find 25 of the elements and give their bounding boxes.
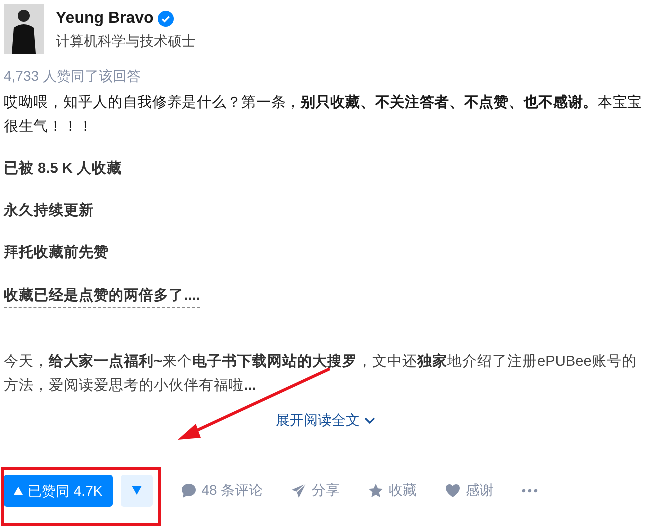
expand-link[interactable]: 展开阅读全文 (276, 410, 376, 431)
collect-button[interactable]: 收藏 (368, 480, 418, 502)
author-name[interactable]: Yeung Bravo (56, 6, 154, 30)
downvote-button[interactable] (120, 474, 153, 507)
heart-icon (445, 482, 462, 499)
more-icon (522, 488, 538, 493)
share-button[interactable]: 分享 (291, 480, 340, 502)
more-button[interactable] (522, 488, 538, 493)
comment-button[interactable]: 48 条评论 (180, 480, 264, 502)
paragraph: 今天，给大家一点福利~来个电子书下载网站的大搜罗，文中还独家地介绍了注册ePUBee账号的方法，爱阅读爱思考的小伙伴有福啦... (4, 352, 638, 396)
vote-count: 4,733 人赞同了该回答 (4, 67, 142, 86)
upvote-button[interactable]: 已赞同 4.7K (4, 474, 113, 507)
comment-icon (180, 482, 197, 499)
thanks-button[interactable]: 感谢 (445, 480, 494, 502)
triangle-up-icon (14, 486, 23, 495)
paragraph: 哎呦喂，知乎人的自我修养是什么？第一条，别只收藏、不关注答者、不点赞、也不感谢。本宝宝很生气！！！ (4, 94, 644, 137)
paragraph: 拜托收藏前先赞 (4, 244, 110, 263)
paper-plane-icon (291, 482, 308, 499)
paragraph: 已被 8.5 K 人收藏 (4, 160, 123, 179)
author-headline: 计算机科学与技术硕士 (56, 32, 196, 50)
paragraph[interactable]: 收藏已经是点赞的两倍多了.... (4, 284, 200, 308)
star-icon (368, 482, 384, 499)
triangle-down-icon (132, 486, 142, 496)
chevron-down-icon (364, 416, 376, 425)
paragraph: 永久持续更新 (4, 201, 95, 221)
